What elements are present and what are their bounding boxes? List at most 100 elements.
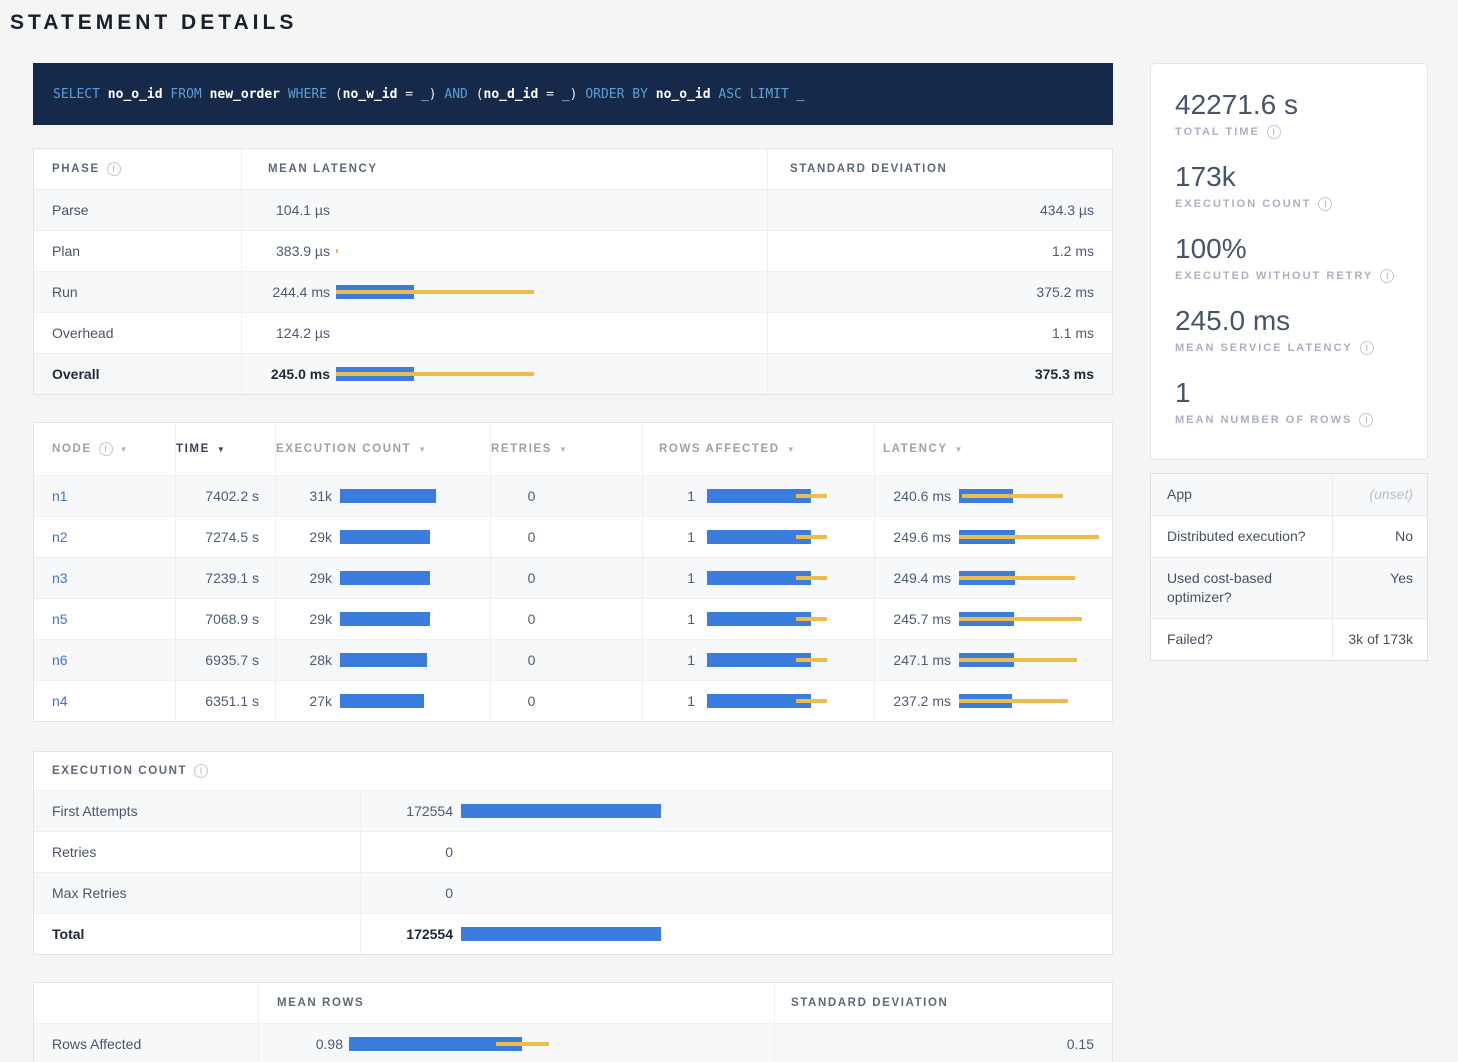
node-rows-affected-bar-track (707, 571, 827, 585)
stat-label: MEAN NUMBER OF ROWSi (1175, 413, 1403, 427)
info-icon[interactable]: i (194, 764, 208, 778)
node-execution-count-value: 31k (286, 488, 332, 504)
node-link[interactable]: n4 (52, 693, 68, 709)
stddev-line (796, 699, 827, 703)
node-latency-value: 240.6 ms (885, 488, 951, 504)
phase-header-label: PHASE (52, 163, 100, 175)
node-retries: 0 (491, 640, 643, 680)
info-label: Used cost-based optimizer? (1151, 558, 1333, 618)
sql-identifier: no_o_id (108, 87, 163, 102)
info-icon[interactable]: i (1318, 197, 1332, 211)
sort-arrow-icon[interactable]: ▼ (559, 445, 567, 454)
execution-count-bar-track (461, 886, 661, 900)
info-icon[interactable]: i (1360, 341, 1374, 355)
sort-arrow-icon[interactable]: ▼ (217, 445, 225, 454)
summary-sidebar: 42271.6 sTOTAL TIMEi173kEXECUTION COUNTi… (1150, 63, 1428, 1062)
node-table-body: n17402.2 s31k01240.6 msn27274.5 s29k0124… (34, 475, 1112, 721)
stddev-line (336, 372, 534, 376)
time-column-header[interactable]: TIME ▼ (176, 423, 276, 475)
phase-mean-latency-bar-track (336, 326, 534, 340)
node-link[interactable]: n5 (52, 611, 68, 627)
phase-mean-latency-bar-track (336, 244, 534, 258)
stddev-line (959, 576, 1075, 580)
node-cell: n4 (34, 681, 176, 721)
phase-std-dev: 434.3 µs (768, 190, 1114, 230)
info-icon[interactable]: i (107, 162, 121, 176)
phase-std-dev: 375.2 ms (768, 272, 1114, 312)
execution-count-table-header: EXECUTION COUNT i (34, 752, 1112, 790)
sql-text: ( (468, 87, 484, 102)
stddev-line (959, 658, 1077, 662)
info-label: App (1151, 474, 1333, 515)
mean-rows-bar-group: 0.98 (259, 1036, 774, 1052)
sort-arrow-icon[interactable]: ▼ (418, 445, 426, 454)
latency-column-header[interactable]: LATENCY ▼ (875, 423, 1114, 475)
node-latency: 247.1 ms (875, 640, 1114, 680)
node-time: 7239.1 s (176, 558, 276, 598)
execution-count-row: Retries0 (34, 831, 1112, 872)
node-latency-bar-group: 247.1 ms (875, 652, 1114, 668)
node-execution-count: 29k (276, 599, 491, 639)
rows-affected-table: MEAN ROWS STANDARD DEVIATION Rows Affect… (33, 982, 1113, 1062)
sort-arrow-icon[interactable]: ▼ (120, 445, 128, 454)
info-icon[interactable]: i (99, 442, 113, 456)
node-execution-count-bar-track (340, 489, 436, 503)
stat-value: 1 (1175, 377, 1403, 409)
execution-count-label: Max Retries (34, 873, 361, 913)
node-column-header[interactable]: NODE i ▼ (34, 423, 176, 475)
mean-rows-header-label: MEAN ROWS (277, 997, 364, 1009)
node-retries: 0 (491, 681, 643, 721)
node-rows-affected-value: 1 (653, 488, 695, 504)
node-link[interactable]: n1 (52, 488, 68, 504)
execution-count-row: First Attempts172554 (34, 790, 1112, 831)
stddev-line (336, 290, 534, 294)
stddev-line (959, 699, 1068, 703)
info-icon[interactable]: i (1359, 413, 1373, 427)
node-latency: 249.6 ms (875, 517, 1114, 557)
node-execution-count-value: 29k (286, 570, 332, 586)
rows-affected-label: Rows Affected (34, 1024, 259, 1062)
rows-affected-row: Rows Affected0.980.15 (34, 1023, 1112, 1062)
phase-std-dev: 1.1 ms (768, 313, 1114, 353)
retries-column-header[interactable]: RETRIES ▼ (491, 423, 643, 475)
node-link[interactable]: n6 (52, 652, 68, 668)
phase-std-dev: 375.3 ms (768, 354, 1114, 394)
phase-mean-latency-value: 383.9 µs (252, 243, 330, 259)
node-row: n57068.9 s29k01245.7 ms (34, 598, 1112, 639)
node-time: 6351.1 s (176, 681, 276, 721)
execution-count-header-label: EXECUTION COUNT (276, 443, 411, 455)
info-icon[interactable]: i (1267, 125, 1281, 139)
node-rows-affected: 1 (643, 599, 875, 639)
node-rows-affected-bar-track (707, 653, 827, 667)
execution-count: 0 (361, 873, 1114, 913)
sort-arrow-icon[interactable]: ▼ (955, 445, 963, 454)
sql-identifier: no_o_id (656, 87, 711, 102)
sort-arrow-icon[interactable]: ▼ (787, 445, 795, 454)
phase-mean-latency-value: 245.0 ms (252, 366, 330, 382)
stat-label-text: EXECUTED WITHOUT RETRY (1175, 270, 1373, 282)
stddev-line (336, 249, 338, 253)
statement-info-row: Distributed execution?No (1151, 515, 1427, 557)
node-latency-bar-group: 249.6 ms (875, 529, 1114, 545)
phase-mean-latency: 244.4 ms (242, 272, 768, 312)
mean-bar (340, 694, 424, 708)
node-link[interactable]: n3 (52, 570, 68, 586)
node-cell: n6 (34, 640, 176, 680)
rows-affected-column-header[interactable]: ROWS AFFECTED ▼ (643, 423, 875, 475)
info-label: Failed? (1151, 619, 1333, 660)
info-icon[interactable]: i (1380, 269, 1394, 283)
node-latency-value: 249.6 ms (885, 529, 951, 545)
execution-count-label: Total (34, 914, 361, 954)
node-execution-count-value: 28k (286, 652, 332, 668)
execution-count: 172554 (361, 914, 1114, 954)
node-latency-bar-track (959, 612, 1099, 626)
node-latency: 240.6 ms (875, 476, 1114, 516)
node-execution-count-bar-track (340, 694, 436, 708)
execution-count-column-header[interactable]: EXECUTION COUNT ▼ (276, 423, 491, 475)
stddev-line (959, 535, 1099, 539)
node-execution-count-value: 29k (286, 611, 332, 627)
node-link[interactable]: n2 (52, 529, 68, 545)
phase-column-header: PHASE i (34, 149, 242, 189)
node-latency-value: 245.7 ms (885, 611, 951, 627)
mean-rows-bar-track (349, 1037, 549, 1051)
